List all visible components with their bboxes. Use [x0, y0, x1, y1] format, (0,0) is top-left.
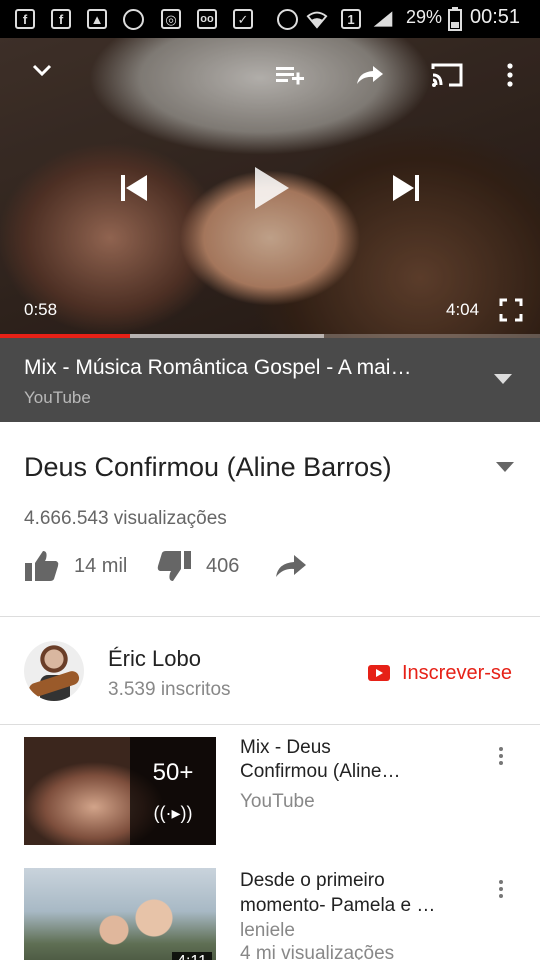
list-item-channel: YouTube	[240, 791, 315, 812]
video-player[interactable]: 0:58 4:04	[0, 38, 540, 338]
sim-icon: 1	[340, 8, 362, 30]
divider	[0, 616, 540, 617]
share-video-button[interactable]	[274, 548, 308, 584]
video-title: Deus Confirmou (Aline Barros)	[24, 452, 392, 482]
channel-avatar[interactable]	[24, 641, 84, 701]
fullscreen-icon	[499, 298, 523, 322]
playlist-thumbnail[interactable]: 50+ ((·▸))	[24, 737, 216, 845]
video-thumbnail[interactable]: 4:11	[24, 868, 216, 960]
item-menu-button[interactable]	[494, 880, 508, 898]
playlist-add-icon	[276, 67, 304, 85]
whatsapp-icon	[122, 8, 144, 30]
subscribe-button[interactable]: Inscrever-se	[368, 658, 512, 688]
alarm-icon	[276, 8, 298, 30]
item-menu-button[interactable]	[494, 747, 508, 765]
cast-icon	[431, 63, 463, 87]
battery-icon	[444, 7, 466, 31]
skip-previous-icon	[121, 175, 147, 201]
like-button[interactable]: 14 mil	[24, 548, 127, 584]
mix-count: 50+	[152, 759, 194, 786]
fullscreen-button[interactable]	[496, 295, 526, 325]
subscribe-label: Inscrever-se	[402, 661, 513, 684]
previous-button[interactable]	[114, 168, 154, 208]
playlist-source: YouTube	[24, 388, 91, 407]
youtube-logo-icon	[368, 665, 390, 681]
more-vertical-icon	[507, 63, 513, 87]
wifi-icon	[306, 8, 328, 30]
caret-down-icon	[496, 462, 514, 472]
skip-next-icon	[393, 175, 419, 201]
channel-name[interactable]: Éric Lobo	[108, 646, 201, 672]
facebook-icon: f	[50, 8, 72, 30]
mix-overlay: 50+ ((·▸))	[130, 737, 216, 845]
chevron-down-icon	[32, 64, 52, 76]
voicemail-icon: oo	[196, 8, 218, 30]
play-button[interactable]	[246, 162, 296, 214]
mix-radio-icon: ((·▸))	[153, 803, 193, 823]
sim-slot-label: 1	[341, 9, 361, 29]
gallery-icon: ▲	[86, 8, 108, 30]
share-button[interactable]	[352, 60, 388, 90]
list-item-title[interactable]: Desde o primeiro	[240, 869, 460, 893]
like-count: 14 mil	[74, 554, 128, 577]
play-icon	[255, 167, 289, 209]
divider	[0, 724, 540, 725]
share-icon	[357, 66, 383, 84]
dislike-count: 406	[206, 554, 240, 577]
list-item-title[interactable]: Mix - Deus	[240, 736, 460, 760]
status-bar: f f ▲ ◎ oo ✓ 1 29% 00:51	[0, 0, 540, 38]
minimize-button[interactable]	[28, 56, 56, 84]
cast-button[interactable]	[428, 58, 466, 92]
list-item-title-line2[interactable]: Confirmou (Aline…	[240, 760, 460, 784]
elapsed-time: 0:58	[24, 300, 58, 319]
share-icon	[276, 555, 306, 577]
clock: 00:51	[470, 6, 521, 28]
instagram-icon: ◎	[160, 8, 182, 30]
subscriber-count: 3.539 inscritos	[108, 679, 231, 700]
video-duration: 4:11	[172, 952, 212, 960]
thumbs-up-icon	[25, 551, 59, 581]
next-button[interactable]	[386, 168, 426, 208]
playlist-title: Mix - Música Romântica Gospel - A mai…	[24, 356, 412, 379]
description-expand-button[interactable]	[496, 462, 514, 472]
list-item-views: 4 mi visualizações	[240, 943, 395, 960]
thumbs-down-icon	[157, 551, 191, 581]
total-duration: 4:04	[446, 300, 480, 319]
list-item-title-line2[interactable]: momento- Pamela e …	[240, 894, 460, 918]
dislike-button[interactable]: 406	[156, 548, 239, 584]
add-to-playlist-button[interactable]	[272, 60, 308, 90]
list-item-channel: leniele	[240, 920, 295, 941]
signal-icon	[372, 8, 394, 30]
playlist-expand-button[interactable]	[494, 374, 512, 384]
caret-down-icon	[494, 374, 512, 384]
battery-percent: 29%	[406, 7, 443, 27]
more-options-button[interactable]	[500, 60, 520, 90]
view-count: 4.666.543 visualizações	[24, 508, 227, 529]
playlist-bar[interactable]: Mix - Música Romântica Gospel - A mai… Y…	[0, 338, 540, 422]
clipboard-check-icon: ✓	[232, 8, 254, 30]
facebook-icon: f	[14, 8, 36, 30]
